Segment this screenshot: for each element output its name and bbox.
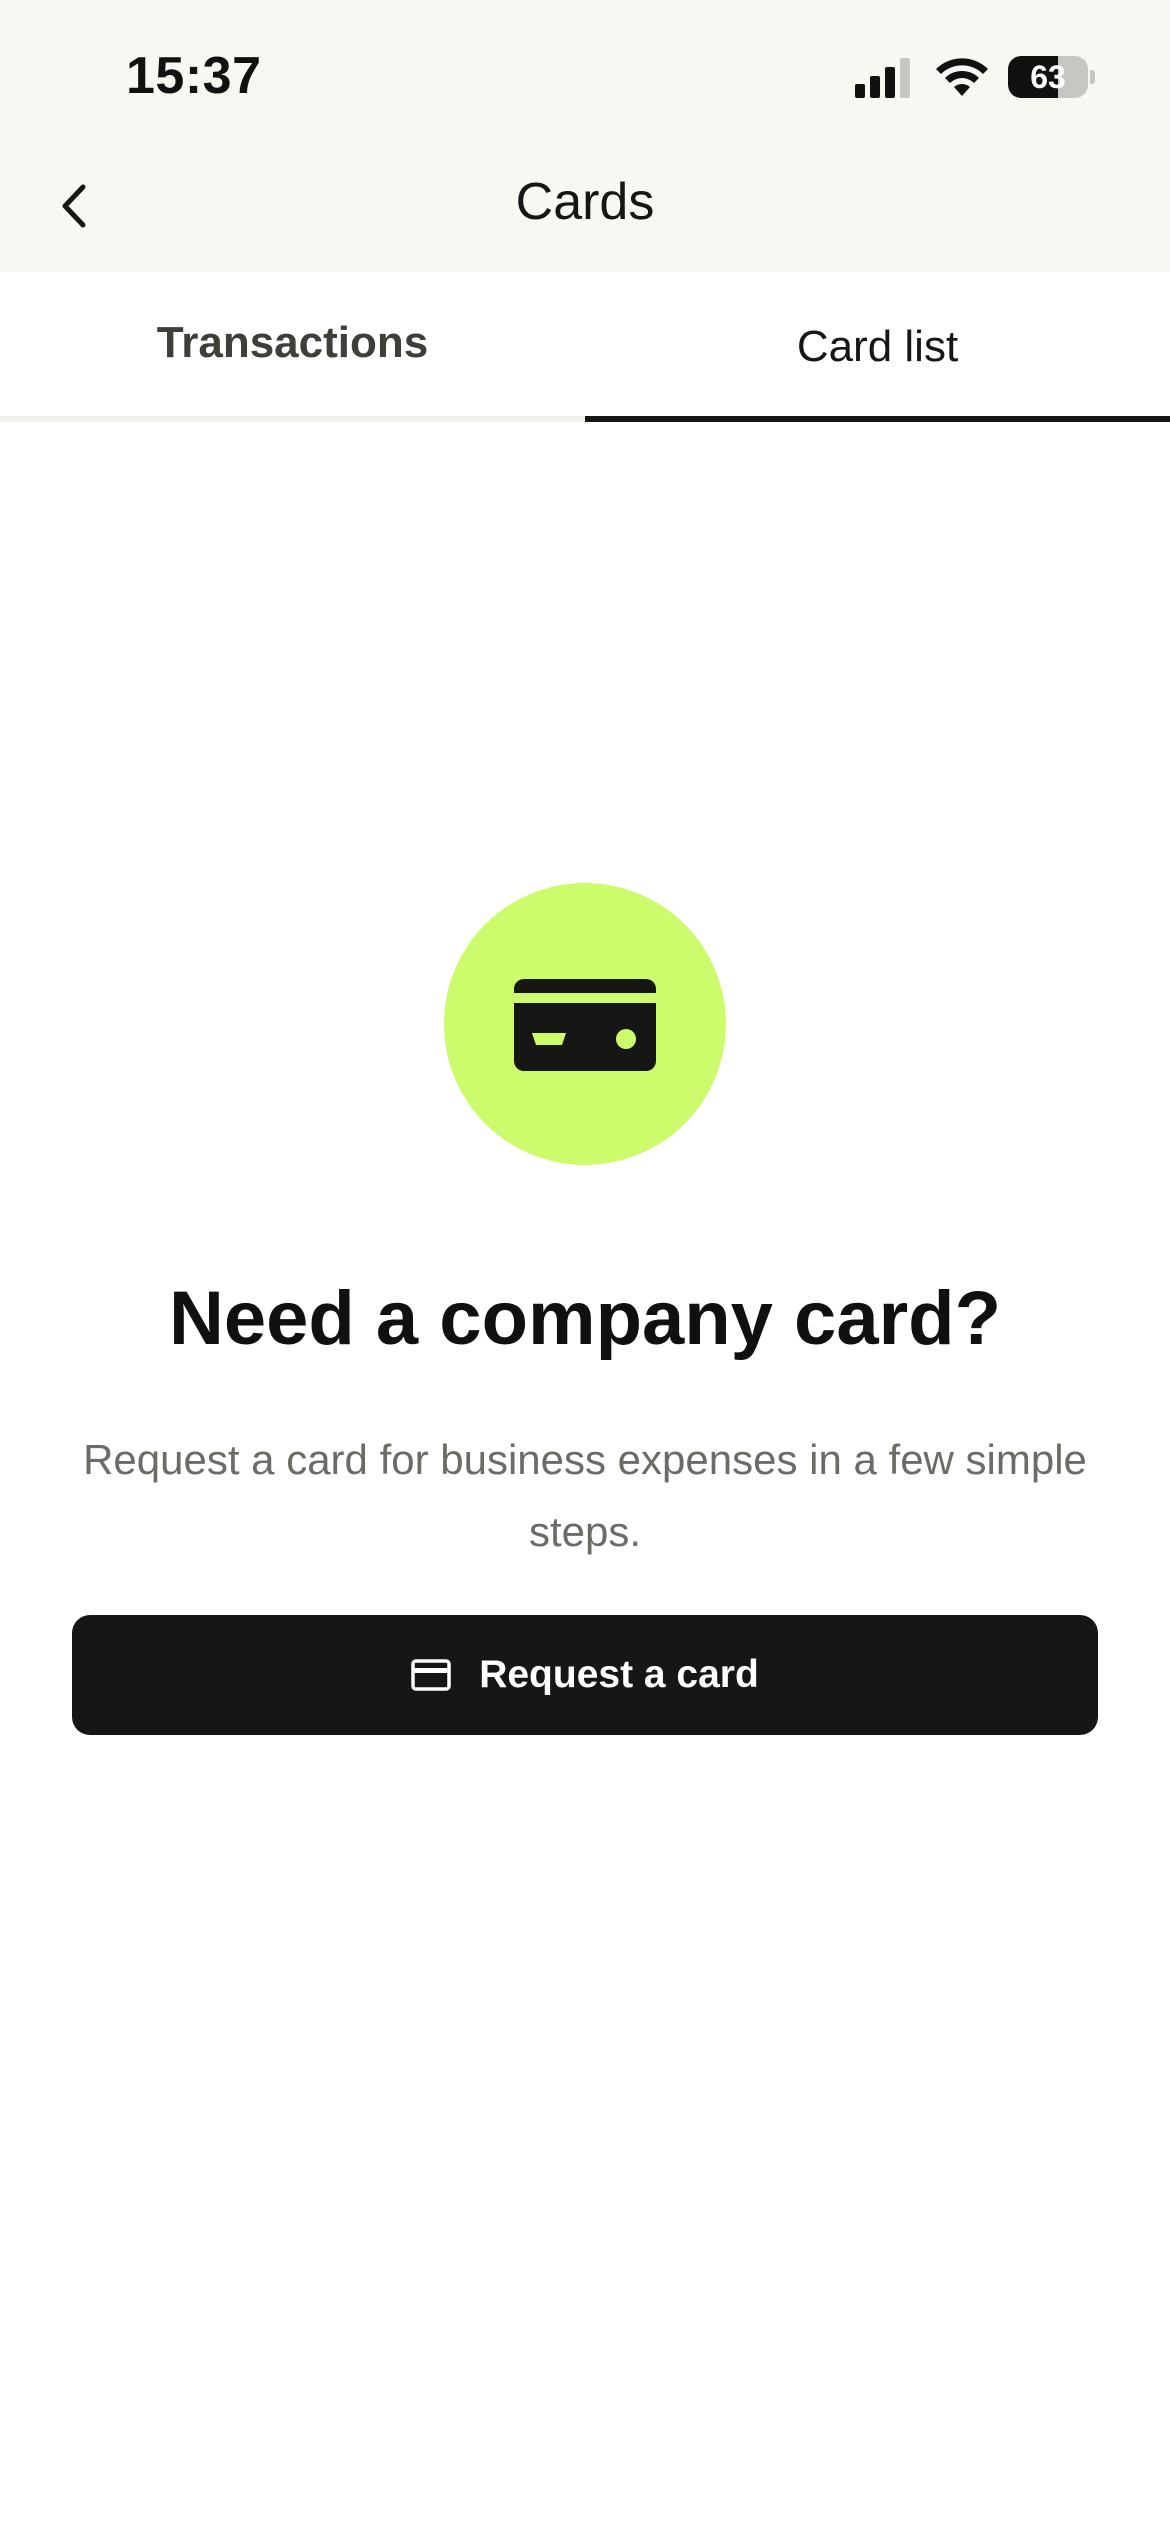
page-title: Cards <box>515 173 655 231</box>
status-time: 15:37 <box>126 47 262 105</box>
empty-state-description: Request a card for business expenses in … <box>83 1436 1087 1555</box>
wifi-icon <box>936 58 988 96</box>
request-card-label: Request a card <box>479 1653 759 1696</box>
tab-card-list[interactable]: Card list <box>585 272 1170 422</box>
tab-bar: Transactions Card list <box>0 272 1170 422</box>
battery-level: 63 <box>1030 59 1066 95</box>
tab-transactions[interactable]: Transactions <box>0 272 585 422</box>
active-tab-indicator <box>585 416 1170 422</box>
empty-state-title: Need a company card? <box>168 1276 1002 1361</box>
credit-card-icon <box>411 1659 451 1691</box>
credit-card-icon <box>514 979 656 1071</box>
request-card-button[interactable]: Request a card <box>72 1615 1098 1735</box>
cellular-signal-icon <box>855 58 910 98</box>
battery-icon: 63 <box>1008 56 1095 98</box>
card-illustration <box>444 883 726 1165</box>
